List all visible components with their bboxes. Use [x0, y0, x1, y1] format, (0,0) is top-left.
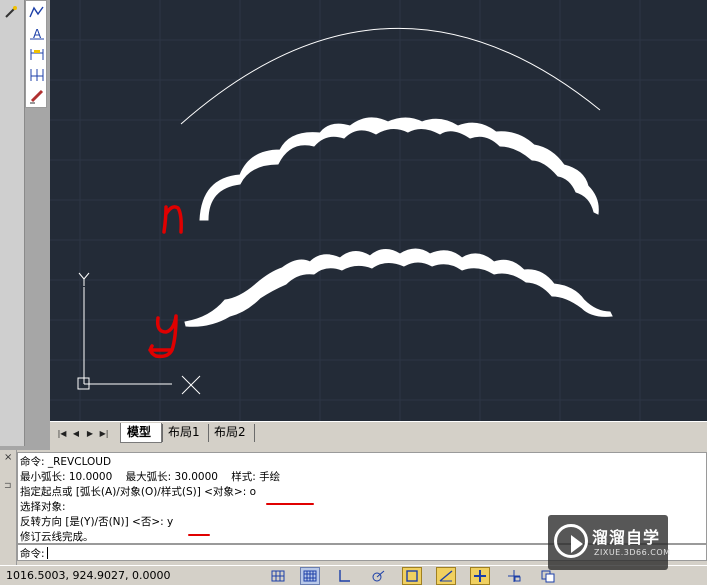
- continue-dim-button[interactable]: [27, 65, 47, 85]
- watermark-url: ZIXUE.3D66.COM: [594, 548, 671, 557]
- next-tab-button[interactable]: ▶: [84, 427, 96, 441]
- text-caret: [46, 547, 48, 559]
- tab-model[interactable]: 模型: [120, 423, 162, 443]
- handwritten-y: [148, 314, 178, 359]
- revision-cloud-n[interactable]: [199, 117, 599, 221]
- history-line: 最小弧长: 10.0000 最大弧长: 30.0000 样式: 手绘: [20, 471, 281, 483]
- leader-button[interactable]: [27, 86, 47, 106]
- history-line: 指定起点或 [弧长(A)/对象(O)/样式(S)] <对象>: o: [20, 486, 257, 498]
- polar-button[interactable]: [368, 567, 388, 585]
- revision-cloud-y[interactable]: [184, 248, 613, 327]
- watermark-title: 溜溜自学: [592, 528, 661, 547]
- tab-layout1-label: 布局1: [168, 425, 200, 439]
- lineweight-icon: [541, 570, 555, 583]
- dyn-button[interactable]: [504, 567, 524, 585]
- history-line: 命令: _REVCLOUD: [20, 456, 112, 468]
- tab-layout2[interactable]: 布局2: [208, 423, 254, 443]
- pencil-icon: [30, 89, 44, 104]
- canvas-drawing: [50, 0, 707, 421]
- history-line: 选择对象:: [20, 501, 66, 513]
- dyn-icon: [508, 570, 521, 582]
- grid: [50, 0, 707, 421]
- continue-dim-icon: [30, 69, 44, 81]
- ortho-icon: [339, 570, 350, 582]
- drawing-canvas[interactable]: [50, 0, 707, 421]
- ucs-icon: [77, 272, 201, 395]
- baseline-dim-button[interactable]: [27, 44, 47, 64]
- tab-divider: [254, 424, 255, 442]
- close-icon[interactable]: ×: [4, 452, 12, 463]
- grid-button[interactable]: [300, 567, 320, 585]
- linear-dim-button[interactable]: [27, 2, 47, 22]
- grid-icon: [303, 570, 317, 582]
- osnap-button[interactable]: [402, 567, 422, 585]
- wand-icon: [5, 6, 17, 18]
- osnap-icon: [406, 570, 418, 582]
- coordinate-readout: 1016.5003, 924.9027, 0.0000: [6, 569, 171, 582]
- pin-icon[interactable]: ⊐: [4, 481, 12, 491]
- polyline-icon: [29, 6, 44, 18]
- arc-curve[interactable]: [180, 27, 601, 125]
- dimension-toolbar: A: [25, 0, 47, 108]
- handwritten-n: [162, 205, 183, 234]
- ducs-button[interactable]: [470, 567, 490, 585]
- baseline-icon: [30, 49, 44, 60]
- tab-layout2-label: 布局2: [214, 425, 246, 439]
- ortho-button[interactable]: [334, 567, 354, 585]
- otrack-button[interactable]: [436, 567, 456, 585]
- crosshair-icon: [474, 570, 486, 582]
- dimension-a-icon: A: [30, 27, 44, 41]
- watermark: 溜溜自学 ZIXUE.3D66.COM: [548, 515, 671, 570]
- draw-toolbar: [0, 0, 25, 446]
- play-icon: [571, 535, 583, 553]
- prev-tab-button[interactable]: ◀: [70, 427, 82, 441]
- layout-tab-bar: |◀ ◀ ▶ ▶| 模型 布局1 布局2: [50, 421, 707, 446]
- first-tab-button[interactable]: |◀: [56, 427, 68, 441]
- command-prompt: 命令:: [20, 547, 45, 560]
- otrack-icon: [439, 570, 453, 582]
- polar-icon: [372, 570, 385, 582]
- aligned-dim-button[interactable]: A: [27, 23, 47, 43]
- logo-circle-icon: [554, 524, 588, 558]
- annotation-underline-o: [266, 503, 314, 505]
- last-tab-button[interactable]: ▶|: [98, 427, 110, 441]
- command-window-grip[interactable]: × ⊐: [0, 450, 17, 565]
- annotation-underline-y: [188, 534, 210, 536]
- snap-button[interactable]: [268, 567, 288, 585]
- wand-tool-button[interactable]: [1, 2, 21, 22]
- tab-layout1[interactable]: 布局1: [162, 423, 208, 443]
- snap-icon: [271, 570, 285, 582]
- tab-model-label: 模型: [127, 425, 152, 439]
